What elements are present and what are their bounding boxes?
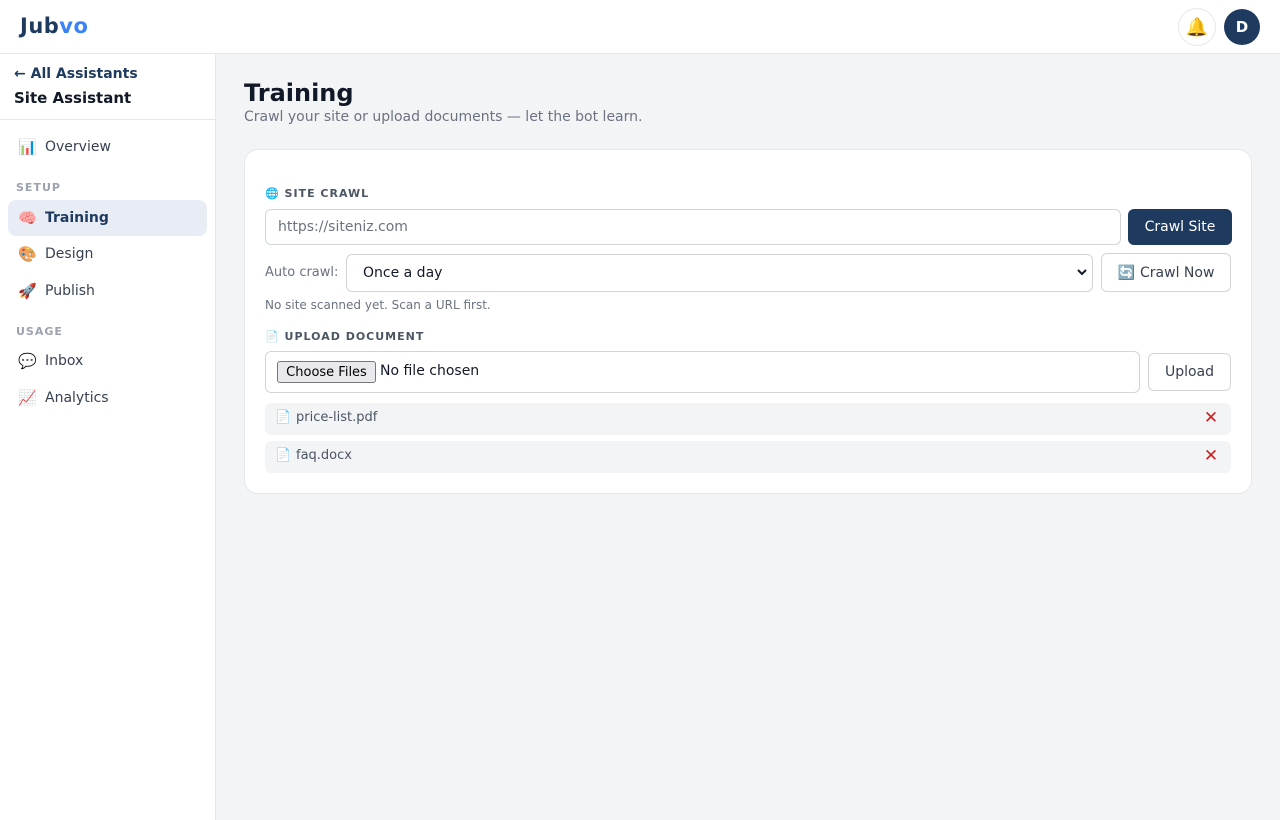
document-name: faq.docx — [296, 448, 352, 463]
crawl-now-button[interactable]: 🔄 Crawl Now — [1101, 253, 1231, 292]
upload-document-heading: 📄 UPLOAD DOCUMENT — [265, 330, 424, 343]
sidebar-item-inbox[interactable]: 💬 Inbox — [8, 343, 207, 379]
rocket-icon: 🚀 — [18, 282, 37, 300]
document-icon: 📄 — [275, 410, 292, 425]
sidebar-item-label: Training — [45, 210, 109, 226]
sidebar-section-setup: SETUP — [16, 181, 61, 194]
assistant-name: Site Assistant — [14, 89, 132, 107]
crawl-status-hint: No site scanned yet. Scan a URL first. — [265, 298, 491, 312]
file-status: No file chosen — [380, 363, 480, 379]
upload-button[interactable]: Upload — [1148, 353, 1231, 391]
logo[interactable]: Jubvo — [20, 14, 88, 38]
globe-icon: 🌐 — [265, 187, 280, 200]
logo-main: Jub — [20, 14, 60, 38]
document-item: 📄 price-list.pdf ✕ — [265, 403, 1231, 435]
page-subtitle: Crawl your site or upload documents — le… — [244, 109, 643, 125]
page-title: Training — [244, 79, 354, 107]
crawl-site-button[interactable]: Crawl Site — [1128, 209, 1232, 245]
document-name: price-list.pdf — [296, 410, 378, 425]
sidebar-section-usage: USAGE — [16, 325, 63, 338]
file-input[interactable]: Choose Files No file chosen — [265, 351, 1140, 393]
document-icon: 📄 — [265, 330, 280, 343]
sidebar-item-training[interactable]: 🧠 Training — [8, 200, 207, 236]
crawl-now-label: Crawl Now — [1140, 264, 1215, 281]
site-url-input[interactable] — [265, 209, 1121, 245]
bell-icon: 🔔 — [1185, 16, 1209, 38]
sidebar-item-label: Overview — [45, 139, 111, 155]
document-item: 📄 faq.docx ✕ — [265, 441, 1231, 473]
auto-crawl-label: Auto crawl: — [265, 265, 339, 280]
sidebar-item-label: Publish — [45, 283, 95, 299]
sidebar-item-analytics[interactable]: 📈 Analytics — [8, 380, 207, 416]
sidebar-item-overview[interactable]: 📊 Overview — [8, 129, 207, 165]
chart-icon: 📊 — [18, 138, 37, 156]
site-crawl-label: SITE CRAWL — [284, 187, 370, 200]
remove-icon[interactable]: ✕ — [1201, 445, 1221, 467]
upload-document-label: UPLOAD DOCUMENT — [284, 330, 425, 343]
avatar[interactable]: D — [1224, 9, 1260, 45]
sidebar-item-publish[interactable]: 🚀 Publish — [8, 273, 207, 309]
site-crawl-heading: 🌐 SITE CRAWL — [265, 187, 369, 200]
back-to-assistants-link[interactable]: ← All Assistants — [14, 66, 138, 82]
top-bar: Jubvo 🔔 D — [0, 0, 1280, 54]
sidebar-item-label: Inbox — [45, 353, 84, 369]
logo-accent: vo — [59, 14, 89, 38]
chevron-down-icon — [1076, 265, 1088, 282]
sidebar-item-label: Analytics — [45, 390, 109, 406]
refresh-icon: 🔄 — [1117, 264, 1136, 281]
sidebar-item-design[interactable]: 🎨 Design — [8, 236, 207, 272]
document-icon: 📄 — [275, 448, 292, 463]
remove-icon[interactable]: ✕ — [1201, 407, 1221, 429]
sidebar: ← All Assistants Site Assistant 📊 Overvi… — [0, 54, 216, 820]
sidebar-item-label: Design — [45, 246, 94, 262]
auto-crawl-value: Once a day — [363, 265, 443, 281]
palette-icon: 🎨 — [18, 245, 37, 263]
speech-bubble-icon: 💬 — [18, 352, 37, 370]
auto-crawl-select[interactable]: Once a day — [346, 254, 1093, 292]
choose-files-button[interactable]: Choose Files — [277, 361, 376, 383]
brain-icon: 🧠 — [18, 209, 37, 227]
trend-chart-icon: 📈 — [18, 389, 37, 407]
notifications-button[interactable]: 🔔 — [1178, 8, 1216, 46]
sidebar-divider — [0, 119, 215, 120]
training-card: 🌐 SITE CRAWL Crawl Site Auto crawl: Once… — [244, 149, 1252, 494]
